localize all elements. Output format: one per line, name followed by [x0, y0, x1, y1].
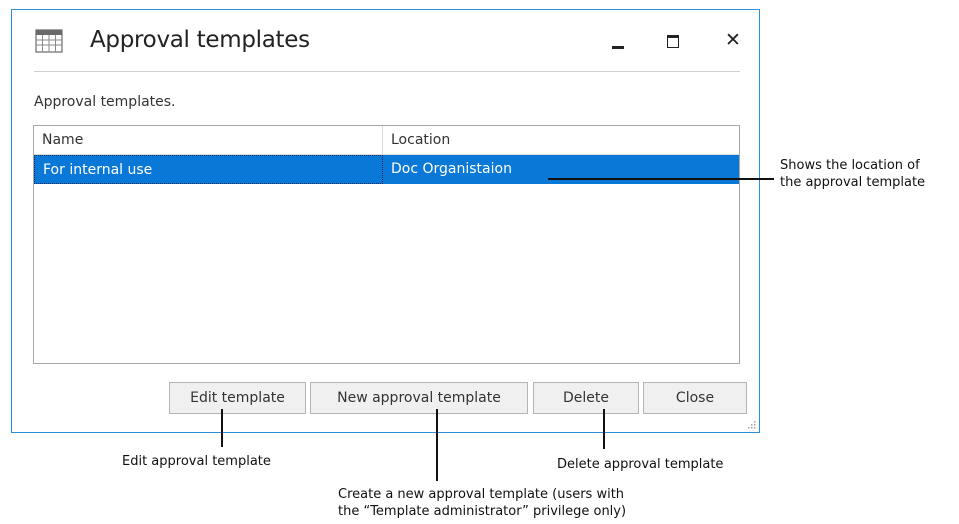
cell-name: For internal use — [34, 155, 383, 184]
callout-line-location — [548, 178, 774, 180]
callout-location: Shows the location of the approval templ… — [780, 157, 959, 191]
maximize-button[interactable] — [659, 26, 687, 54]
list-header: Name Location — [34, 126, 739, 155]
callout-new-line1: Create a new approval template (users wi… — [338, 487, 625, 502]
callout-line-edit — [221, 409, 223, 447]
dialog-description: Approval templates. — [34, 94, 176, 110]
column-header-location[interactable]: Location — [383, 126, 739, 154]
callout-new-line2: the “Template administrator” privilege o… — [338, 504, 627, 519]
edit-template-button[interactable]: Edit template — [169, 382, 306, 414]
close-button[interactable]: Close — [643, 382, 747, 414]
minimize-button[interactable] — [604, 26, 632, 54]
callout-location-line1: Shows the location of — [780, 158, 920, 173]
templates-list[interactable]: Name Location For internal use Doc Organ… — [33, 125, 740, 364]
dialog-title: Approval templates — [90, 27, 310, 53]
calendar-grid-icon — [35, 29, 63, 53]
column-header-name[interactable]: Name — [34, 126, 383, 154]
delete-button[interactable]: Delete — [533, 382, 639, 414]
callout-edit: Edit approval template — [122, 454, 271, 469]
maximize-icon — [667, 35, 679, 48]
new-approval-template-button[interactable]: New approval template — [310, 382, 528, 414]
close-window-button[interactable]: ✕ — [719, 26, 747, 54]
callout-line-delete — [603, 409, 605, 449]
title-bar: Approval templates ✕ — [12, 10, 759, 70]
title-divider — [34, 71, 740, 72]
callout-delete: Delete approval template — [557, 457, 724, 472]
callout-line-new — [436, 409, 438, 481]
approval-templates-dialog: Approval templates ✕ Approval templates.… — [11, 9, 760, 433]
close-icon: ✕ — [725, 29, 741, 51]
resize-grip-icon[interactable] — [746, 419, 756, 429]
callout-location-line2: the approval template — [780, 175, 926, 190]
callout-new: Create a new approval template (users wi… — [338, 486, 718, 520]
minimize-icon — [612, 46, 624, 49]
